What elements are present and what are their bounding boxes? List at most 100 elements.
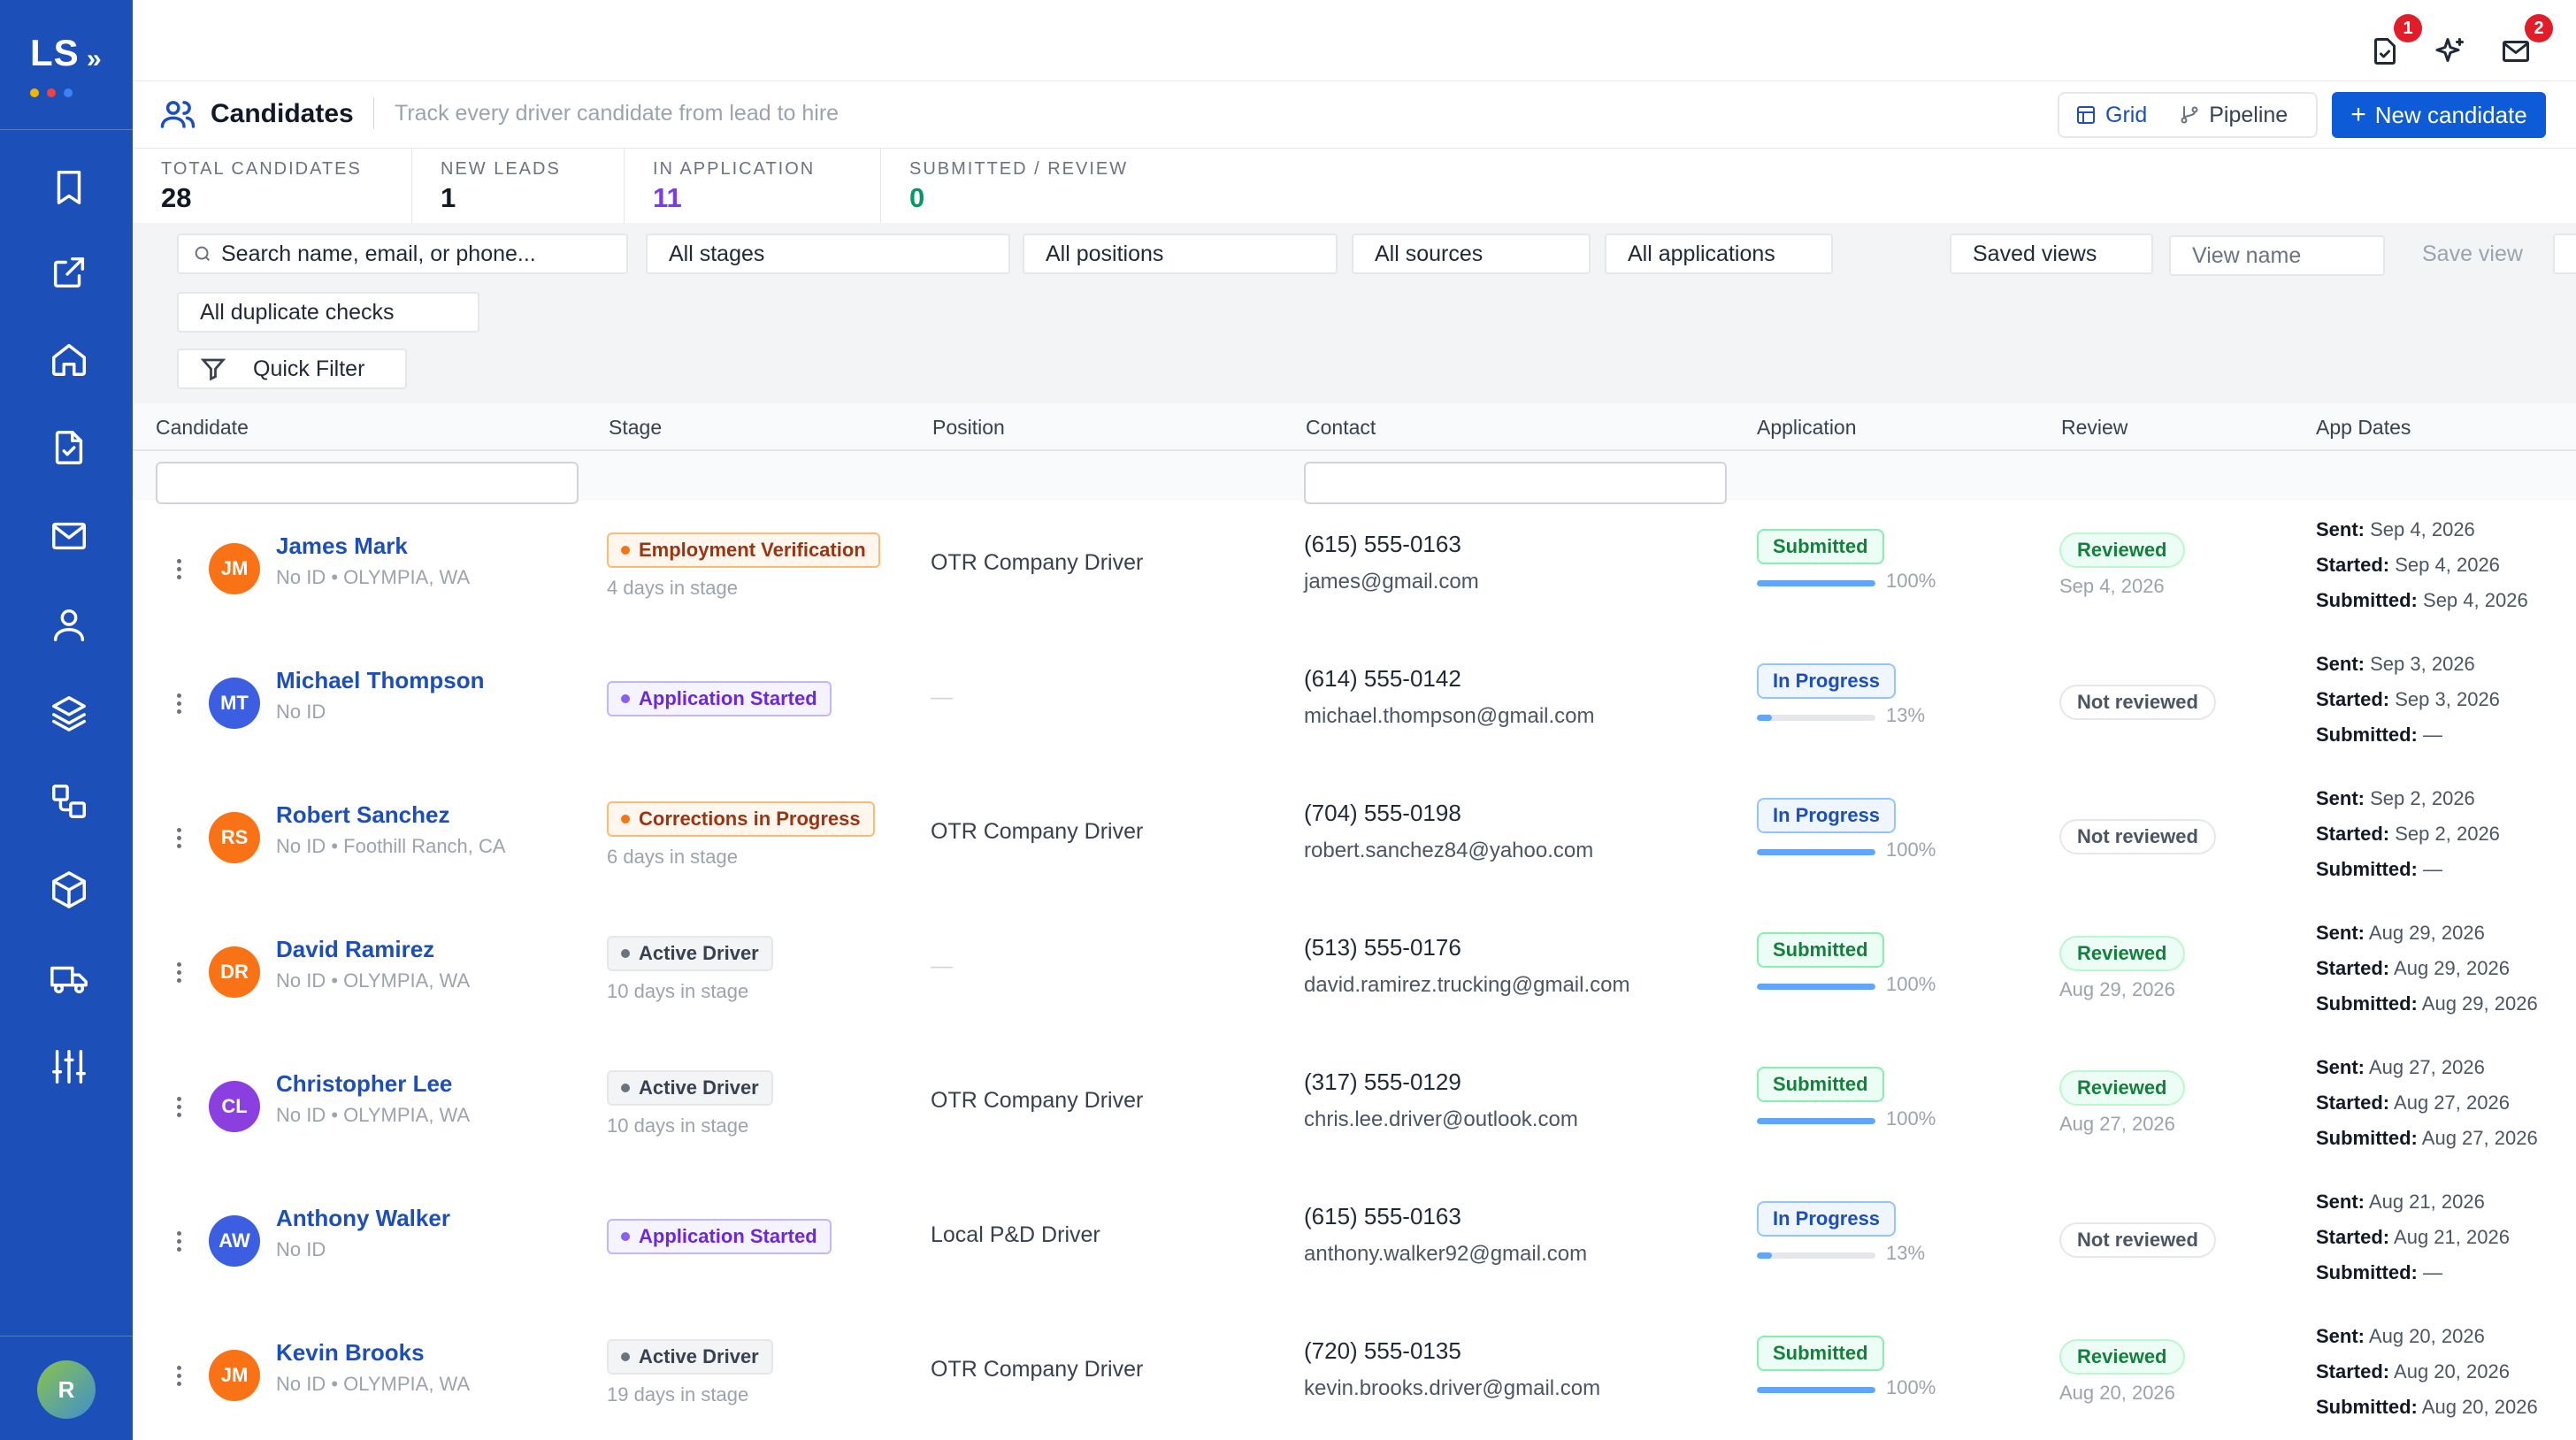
email-address[interactable]: david.ramirez.trucking@gmail.com <box>1304 973 1629 998</box>
package-icon[interactable] <box>44 865 94 915</box>
table-row[interactable]: CL Christopher Lee No ID • OLYMPIA, WA A… <box>133 1038 2576 1173</box>
phone-number[interactable]: (720) 555-0135 <box>1304 1337 1461 1365</box>
stage-dot <box>621 1084 630 1092</box>
candidate-column-filter[interactable] <box>156 462 579 504</box>
position-text: OTR Company Driver <box>931 1088 1144 1113</box>
date-started: Started: Sep 3, 2026 <box>2316 688 2500 711</box>
email-address[interactable]: michael.thompson@gmail.com <box>1304 704 1595 729</box>
row-actions-icon[interactable] <box>168 1223 189 1259</box>
applications-filter[interactable]: All applications <box>1605 234 1833 274</box>
sent-value: Aug 21, 2026 <box>2368 1191 2485 1213</box>
row-actions-icon[interactable] <box>168 820 189 855</box>
email-address[interactable]: robert.sanchez84@yahoo.com <box>1304 839 1593 863</box>
contact-column-filter[interactable] <box>1304 462 1727 504</box>
brand-logo[interactable]: LS <box>30 32 80 74</box>
progress-fill <box>1757 1118 1875 1124</box>
application-status-badge: Submitted <box>1757 529 1884 564</box>
layers-icon[interactable] <box>44 688 94 738</box>
phone-number[interactable]: (615) 555-0163 <box>1304 1203 1461 1230</box>
sent-value: Aug 27, 2026 <box>2368 1056 2485 1078</box>
new-candidate-button[interactable]: + New candidate <box>2332 92 2546 138</box>
table-row[interactable]: AW Anthony Walker No ID Application Star… <box>133 1173 2576 1307</box>
date-submitted: Submitted: Aug 29, 2026 <box>2316 992 2538 1015</box>
row-actions-icon[interactable] <box>168 954 189 990</box>
saved-views-select[interactable]: Saved views <box>1950 234 2153 274</box>
review-status-badge: Reviewed <box>2059 532 2185 568</box>
candidate-name[interactable]: Anthony Walker <box>276 1205 450 1232</box>
phone-number[interactable]: (704) 555-0198 <box>1304 800 1461 827</box>
row-actions-icon[interactable] <box>168 686 189 721</box>
candidate-name[interactable]: Robert Sanchez <box>276 801 450 829</box>
pipeline-view-button[interactable]: Pipeline <box>2163 94 2304 136</box>
table-row[interactable]: RS Robert Sanchez No ID • Foothill Ranch… <box>133 770 2576 904</box>
phone-number[interactable]: (317) 555-0129 <box>1304 1069 1461 1096</box>
grid-view-button[interactable]: Grid <box>2059 94 2163 136</box>
expand-sidebar-icon[interactable]: » <box>87 44 102 74</box>
external-link-icon[interactable] <box>44 248 94 297</box>
row-actions-icon[interactable] <box>168 551 189 586</box>
started-value: Aug 20, 2026 <box>2394 1360 2510 1383</box>
stages-filter[interactable]: All stages <box>646 234 1010 274</box>
row-actions-icon[interactable] <box>168 1358 189 1393</box>
row-actions-icon[interactable] <box>168 1089 189 1124</box>
view-name-input[interactable]: View name <box>2169 235 2385 276</box>
clipboard-check-icon[interactable] <box>44 423 94 472</box>
column-header[interactable]: Candidate <box>156 416 249 440</box>
table-row[interactable]: JM James Mark No ID • OLYMPIA, WA Employ… <box>133 501 2576 635</box>
column-header[interactable]: Review <box>2061 416 2128 440</box>
page-title: Candidates <box>211 99 354 128</box>
search-input[interactable]: Search name, email, or phone... <box>177 234 628 274</box>
quick-filter-label: Quick Filter <box>253 356 365 381</box>
table-row[interactable]: DR David Ramirez No ID • OLYMPIA, WA Act… <box>133 904 2576 1038</box>
truck-icon[interactable] <box>44 954 94 1003</box>
column-header[interactable]: Contact <box>1306 416 1376 440</box>
table-row[interactable]: MT Michael Thompson No ID Application St… <box>133 635 2576 770</box>
candidate-name[interactable]: Christopher Lee <box>276 1070 452 1098</box>
application-progress-bar <box>1757 984 1875 990</box>
candidate-name[interactable]: Michael Thompson <box>276 667 484 694</box>
candidate-avatar: CL <box>209 1081 260 1132</box>
messages-icon[interactable]: 2 <box>2496 14 2553 71</box>
workflow-icon[interactable] <box>44 777 94 826</box>
application-status-badge: In Progress <box>1757 798 1897 833</box>
save-view-button[interactable]: Save view <box>2401 234 2525 274</box>
mail-icon[interactable] <box>44 511 94 561</box>
column-header[interactable]: Position <box>932 416 1005 440</box>
stage-label: Employment Verification <box>639 539 866 561</box>
candidate-name[interactable]: Kevin Brooks <box>276 1339 425 1367</box>
candidate-name[interactable]: James Mark <box>276 532 408 560</box>
pipeline-label: Pipeline <box>2209 102 2288 127</box>
tasks-icon[interactable]: 1 <box>2365 14 2422 71</box>
column-header[interactable]: Application <box>1757 416 1857 440</box>
sparkle-icon[interactable] <box>2431 32 2470 71</box>
application-status-badge: Submitted <box>1757 932 1884 968</box>
started-label: Started: <box>2316 554 2390 576</box>
table-row[interactable]: JM Kevin Brooks No ID • OLYMPIA, WA Acti… <box>133 1307 2576 1440</box>
quick-filter-button[interactable]: Quick Filter <box>177 349 407 389</box>
phone-number[interactable]: (614) 555-0142 <box>1304 665 1461 693</box>
user-avatar[interactable]: R <box>37 1360 96 1419</box>
date-sent: Sent: Aug 29, 2026 <box>2316 922 2485 945</box>
started-label: Started: <box>2316 1091 2390 1114</box>
duplicate-checks-filter[interactable]: All duplicate checks <box>177 292 479 333</box>
sliders-icon[interactable] <box>44 1042 94 1091</box>
submitted-value: Aug 29, 2026 <box>2421 992 2538 1015</box>
bookmark-icon[interactable] <box>44 163 94 212</box>
review-status-badge: Reviewed <box>2059 1339 2185 1375</box>
phone-number[interactable]: (615) 555-0163 <box>1304 531 1461 558</box>
positions-filter[interactable]: All positions <box>1023 234 1338 274</box>
column-header[interactable]: App Dates <box>2316 416 2411 440</box>
user-icon[interactable] <box>44 600 94 649</box>
email-address[interactable]: anthony.walker92@gmail.com <box>1304 1242 1587 1267</box>
sources-filter[interactable]: All sources <box>1352 234 1591 274</box>
email-address[interactable]: chris.lee.driver@outlook.com <box>1304 1107 1578 1132</box>
email-address[interactable]: kevin.brooks.driver@gmail.com <box>1304 1376 1600 1401</box>
date-started: Started: Aug 20, 2026 <box>2316 1360 2510 1383</box>
email-address[interactable]: james@gmail.com <box>1304 570 1479 594</box>
home-icon[interactable] <box>44 334 94 384</box>
candidate-name[interactable]: David Ramirez <box>276 936 434 963</box>
more-options-button[interactable] <box>2553 234 2576 274</box>
candidate-id-location: No ID • OLYMPIA, WA <box>276 1104 471 1126</box>
column-header[interactable]: Stage <box>609 416 662 440</box>
phone-number[interactable]: (513) 555-0176 <box>1304 934 1461 961</box>
